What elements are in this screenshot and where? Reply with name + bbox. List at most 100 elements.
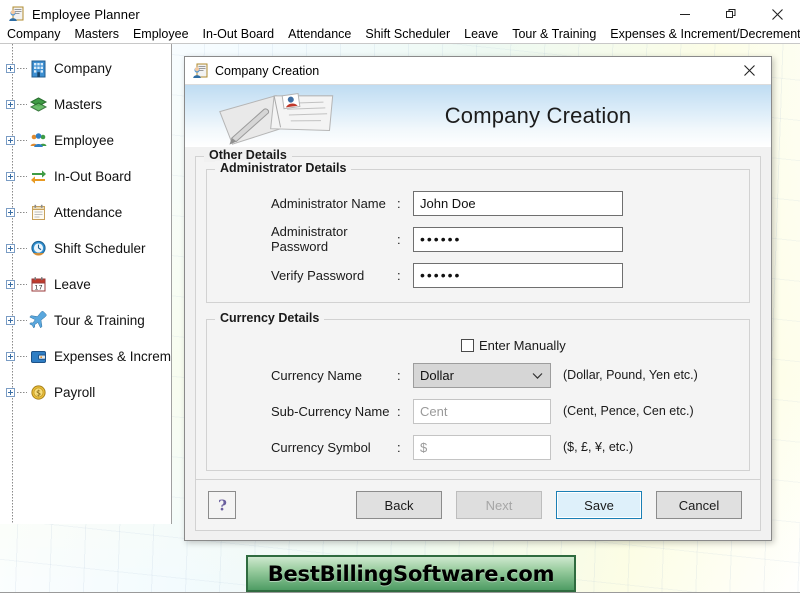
tree-node-company[interactable]: Company — [0, 50, 171, 86]
chevron-down-icon — [532, 368, 543, 383]
employee-planner-icon — [8, 6, 24, 22]
tree-node-employee[interactable]: Employee — [0, 122, 171, 158]
currency-details-group: Currency Details Enter Manually Currency… — [206, 319, 750, 471]
currency-name-dropdown[interactable]: Dollar — [413, 363, 551, 388]
tree-node-label: Payroll — [54, 385, 95, 400]
currency-symbol-hint: ($, £, ¥, etc.) — [563, 440, 633, 454]
enter-manually-label: Enter Manually — [479, 338, 566, 353]
administrator-details-label: Administrator Details — [215, 161, 351, 175]
expand-icon[interactable] — [6, 388, 15, 397]
tree-node-payroll[interactable]: $ Payroll — [0, 374, 171, 410]
tree-dash — [17, 248, 27, 249]
other-details-group: Other Details Administrator Details Admi… — [195, 156, 761, 504]
tree-node-label: In-Out Board — [54, 169, 131, 184]
expand-icon[interactable] — [6, 280, 15, 289]
menu-item-employee[interactable]: Employee — [126, 24, 196, 44]
colon-separator: : — [397, 368, 413, 383]
menu-item-attendance[interactable]: Attendance — [281, 24, 358, 44]
tree-dash — [17, 356, 27, 357]
currency-symbol-input[interactable] — [413, 435, 551, 460]
currency-name-value: Dollar — [420, 368, 454, 383]
navigation-tree-panel[interactable]: Company Masters Emp — [0, 44, 172, 524]
currency-symbol-label: Currency Symbol — [207, 440, 397, 455]
company-creation-icon — [192, 63, 208, 79]
menu-item-company[interactable]: Company — [0, 24, 68, 44]
dialog-header-title: Company Creation — [185, 103, 771, 129]
tree-node-leave[interactable]: 17 Leave — [0, 266, 171, 302]
application-window: Employee Planner Company Masters Employe… — [0, 0, 800, 600]
sub-currency-name-label: Sub-Currency Name — [207, 404, 397, 419]
menu-item-expenses[interactable]: Expenses & Increment/Decrement — [603, 24, 800, 44]
menu-item-in-out-board[interactable]: In-Out Board — [196, 24, 282, 44]
watermark-banner: BestBillingSoftware.com — [246, 555, 576, 592]
tree-node-in-out-board[interactable]: In-Out Board — [0, 158, 171, 194]
colon-separator: : — [397, 268, 413, 283]
menu-item-masters[interactable]: Masters — [68, 24, 126, 44]
back-button[interactable]: Back — [356, 491, 442, 519]
tree-node-label: Leave — [54, 277, 91, 292]
administrator-password-row: Administrator Password : — [207, 224, 749, 254]
company-creation-dialog: Company Creation — [184, 56, 772, 541]
expand-icon[interactable] — [6, 172, 15, 181]
coin-icon: $ — [29, 383, 48, 402]
verify-password-input[interactable] — [413, 263, 623, 288]
other-details-label: Other Details — [204, 148, 292, 162]
tree-node-label: Employee — [54, 133, 114, 148]
building-icon — [29, 59, 48, 78]
svg-text:17: 17 — [34, 283, 42, 291]
tree-node-tour-training[interactable]: Tour & Training — [0, 302, 171, 338]
sub-currency-name-hint: (Cent, Pence, Cen etc.) — [563, 404, 694, 418]
main-window-title: Employee Planner — [32, 7, 140, 22]
expand-icon[interactable] — [6, 244, 15, 253]
question-mark-icon: ? — [214, 497, 231, 514]
expand-icon[interactable] — [6, 136, 15, 145]
tree-node-label: Company — [54, 61, 112, 76]
menu-item-leave[interactable]: Leave — [457, 24, 505, 44]
sub-currency-name-row: Sub-Currency Name : (Cent, Pence, Cen et… — [207, 396, 749, 426]
administrator-name-input[interactable] — [413, 191, 623, 216]
administrator-name-label: Administrator Name — [207, 196, 397, 211]
next-button: Next — [456, 491, 542, 519]
tree-dash — [17, 284, 27, 285]
menu-item-shift-scheduler[interactable]: Shift Scheduler — [358, 24, 457, 44]
dialog-footer: ? Back Next Save Cancel — [195, 479, 761, 531]
verify-password-row: Verify Password : — [207, 260, 749, 290]
colon-separator: : — [397, 440, 413, 455]
svg-text:?: ? — [218, 497, 227, 514]
tree-node-shift-scheduler[interactable]: Shift Scheduler — [0, 230, 171, 266]
dialog-title-text: Company Creation — [215, 64, 319, 78]
currency-name-label: Currency Name — [207, 368, 397, 383]
tree-node-expenses[interactable]: Expenses & Increment — [0, 338, 171, 374]
arrows-icon — [29, 167, 48, 186]
expand-icon[interactable] — [6, 64, 15, 73]
menu-item-tour-training[interactable]: Tour & Training — [505, 24, 603, 44]
tree-node-label: Shift Scheduler — [54, 241, 146, 256]
enter-manually-checkbox[interactable] — [461, 339, 474, 352]
administrator-password-input[interactable] — [413, 227, 623, 252]
save-button[interactable]: Save — [556, 491, 642, 519]
help-button[interactable]: ? — [208, 491, 236, 519]
tree-dash — [17, 320, 27, 321]
expand-icon[interactable] — [6, 208, 15, 217]
cancel-button[interactable]: Cancel — [656, 491, 742, 519]
sub-currency-name-input[interactable] — [413, 399, 551, 424]
expand-icon[interactable] — [6, 352, 15, 361]
layers-icon — [29, 95, 48, 114]
colon-separator: : — [397, 404, 413, 419]
dialog-body: Other Details Administrator Details Admi… — [185, 148, 771, 540]
tree-node-masters[interactable]: Masters — [0, 86, 171, 122]
colon-separator: : — [397, 196, 413, 211]
dialog-close-icon[interactable] — [727, 57, 771, 84]
expand-icon[interactable] — [6, 316, 15, 325]
tree-dash — [17, 104, 27, 105]
tree-node-label: Expenses & Increment — [54, 349, 172, 364]
dialog-title-bar: Company Creation — [185, 57, 771, 85]
tree-dash — [17, 392, 27, 393]
tree-dash — [17, 68, 27, 69]
verify-password-label: Verify Password — [207, 268, 397, 283]
tree-dash — [17, 140, 27, 141]
expand-icon[interactable] — [6, 100, 15, 109]
tree-node-attendance[interactable]: Attendance — [0, 194, 171, 230]
currency-symbol-row: Currency Symbol : ($, £, ¥, etc.) — [207, 432, 749, 462]
airplane-icon — [29, 311, 48, 330]
